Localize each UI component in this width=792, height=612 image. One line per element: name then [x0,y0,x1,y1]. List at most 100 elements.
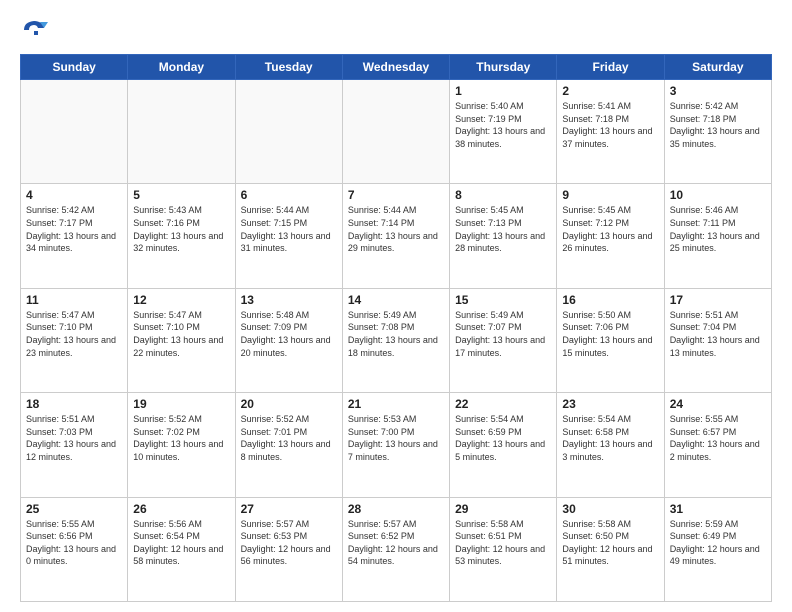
day-info: Sunrise: 5:58 AMSunset: 6:51 PMDaylight:… [455,518,551,568]
day-info: Sunrise: 5:50 AMSunset: 7:06 PMDaylight:… [562,309,658,359]
week-row-5: 25 Sunrise: 5:55 AMSunset: 6:56 PMDayligh… [21,497,772,601]
day-info: Sunrise: 5:44 AMSunset: 7:14 PMDaylight:… [348,204,444,254]
day-cell: 18 Sunrise: 5:51 AMSunset: 7:03 PMDayligh… [21,393,128,497]
weekday-tuesday: Tuesday [235,55,342,80]
day-cell [235,80,342,184]
day-info: Sunrise: 5:43 AMSunset: 7:16 PMDaylight:… [133,204,229,254]
week-row-4: 18 Sunrise: 5:51 AMSunset: 7:03 PMDayligh… [21,393,772,497]
weekday-wednesday: Wednesday [342,55,449,80]
weekday-monday: Monday [128,55,235,80]
day-number: 15 [455,293,551,307]
day-cell: 30 Sunrise: 5:58 AMSunset: 6:50 PMDayligh… [557,497,664,601]
day-number: 9 [562,188,658,202]
day-info: Sunrise: 5:52 AMSunset: 7:01 PMDaylight:… [241,413,337,463]
day-number: 25 [26,502,122,516]
logo-icon [20,16,48,44]
day-cell: 29 Sunrise: 5:58 AMSunset: 6:51 PMDayligh… [450,497,557,601]
day-info: Sunrise: 5:59 AMSunset: 6:49 PMDaylight:… [670,518,766,568]
day-cell: 2 Sunrise: 5:41 AMSunset: 7:18 PMDaylight… [557,80,664,184]
day-number: 21 [348,397,444,411]
day-info: Sunrise: 5:58 AMSunset: 6:50 PMDaylight:… [562,518,658,568]
weekday-friday: Friday [557,55,664,80]
weekday-header-row: SundayMondayTuesdayWednesdayThursdayFrid… [21,55,772,80]
day-info: Sunrise: 5:42 AMSunset: 7:17 PMDaylight:… [26,204,122,254]
day-number: 19 [133,397,229,411]
day-info: Sunrise: 5:53 AMSunset: 7:00 PMDaylight:… [348,413,444,463]
day-number: 12 [133,293,229,307]
day-info: Sunrise: 5:46 AMSunset: 7:11 PMDaylight:… [670,204,766,254]
day-number: 27 [241,502,337,516]
day-cell: 31 Sunrise: 5:59 AMSunset: 6:49 PMDayligh… [664,497,771,601]
day-number: 16 [562,293,658,307]
day-number: 31 [670,502,766,516]
day-info: Sunrise: 5:54 AMSunset: 6:58 PMDaylight:… [562,413,658,463]
day-info: Sunrise: 5:51 AMSunset: 7:03 PMDaylight:… [26,413,122,463]
day-info: Sunrise: 5:49 AMSunset: 7:08 PMDaylight:… [348,309,444,359]
day-number: 17 [670,293,766,307]
day-number: 6 [241,188,337,202]
day-info: Sunrise: 5:40 AMSunset: 7:19 PMDaylight:… [455,100,551,150]
day-cell: 28Sunrise: 5:57 AMSunset: 6:52 PMDayligh… [342,497,449,601]
day-cell: 22 Sunrise: 5:54 AMSunset: 6:59 PMDayligh… [450,393,557,497]
day-cell: 5Sunrise: 5:43 AMSunset: 7:16 PMDaylight… [128,184,235,288]
day-number: 11 [26,293,122,307]
day-cell [342,80,449,184]
day-info: Sunrise: 5:55 AMSunset: 6:57 PMDaylight:… [670,413,766,463]
day-number: 30 [562,502,658,516]
week-row-1: 1 Sunrise: 5:40 AMSunset: 7:19 PMDaylight… [21,80,772,184]
day-cell: 27 Sunrise: 5:57 AMSunset: 6:53 PMDayligh… [235,497,342,601]
day-cell: 24 Sunrise: 5:55 AMSunset: 6:57 PMDayligh… [664,393,771,497]
day-number: 2 [562,84,658,98]
day-info: Sunrise: 5:42 AMSunset: 7:18 PMDaylight:… [670,100,766,150]
day-cell: 26Sunrise: 5:56 AMSunset: 6:54 PMDayligh… [128,497,235,601]
week-row-2: 4Sunrise: 5:42 AMSunset: 7:17 PMDaylight… [21,184,772,288]
day-number: 24 [670,397,766,411]
day-cell: 6 Sunrise: 5:44 AMSunset: 7:15 PMDaylight… [235,184,342,288]
day-cell: 7 Sunrise: 5:44 AMSunset: 7:14 PMDaylight… [342,184,449,288]
day-cell: 14Sunrise: 5:49 AMSunset: 7:08 PMDayligh… [342,288,449,392]
day-cell: 11Sunrise: 5:47 AMSunset: 7:10 PMDayligh… [21,288,128,392]
day-info: Sunrise: 5:56 AMSunset: 6:54 PMDaylight:… [133,518,229,568]
day-number: 10 [670,188,766,202]
day-number: 22 [455,397,551,411]
day-cell: 25 Sunrise: 5:55 AMSunset: 6:56 PMDayligh… [21,497,128,601]
day-number: 23 [562,397,658,411]
day-number: 20 [241,397,337,411]
day-number: 1 [455,84,551,98]
day-number: 7 [348,188,444,202]
weekday-saturday: Saturday [664,55,771,80]
day-number: 18 [26,397,122,411]
day-cell: 15 Sunrise: 5:49 AMSunset: 7:07 PMDayligh… [450,288,557,392]
day-cell [21,80,128,184]
weekday-sunday: Sunday [21,55,128,80]
day-info: Sunrise: 5:49 AMSunset: 7:07 PMDaylight:… [455,309,551,359]
day-cell: 8 Sunrise: 5:45 AMSunset: 7:13 PMDaylight… [450,184,557,288]
day-number: 13 [241,293,337,307]
day-cell: 17 Sunrise: 5:51 AMSunset: 7:04 PMDayligh… [664,288,771,392]
logo [20,16,52,44]
day-info: Sunrise: 5:55 AMSunset: 6:56 PMDaylight:… [26,518,122,568]
day-info: Sunrise: 5:41 AMSunset: 7:18 PMDaylight:… [562,100,658,150]
day-number: 8 [455,188,551,202]
day-cell: 16 Sunrise: 5:50 AMSunset: 7:06 PMDayligh… [557,288,664,392]
day-info: Sunrise: 5:54 AMSunset: 6:59 PMDaylight:… [455,413,551,463]
day-number: 3 [670,84,766,98]
day-cell [128,80,235,184]
page: SundayMondayTuesdayWednesdayThursdayFrid… [0,0,792,612]
week-row-3: 11Sunrise: 5:47 AMSunset: 7:10 PMDayligh… [21,288,772,392]
day-cell: 3 Sunrise: 5:42 AMSunset: 7:18 PMDaylight… [664,80,771,184]
day-cell: 4Sunrise: 5:42 AMSunset: 7:17 PMDaylight… [21,184,128,288]
day-info: Sunrise: 5:44 AMSunset: 7:15 PMDaylight:… [241,204,337,254]
day-cell: 1 Sunrise: 5:40 AMSunset: 7:19 PMDaylight… [450,80,557,184]
day-cell: 12Sunrise: 5:47 AMSunset: 7:10 PMDayligh… [128,288,235,392]
day-cell: 20 Sunrise: 5:52 AMSunset: 7:01 PMDayligh… [235,393,342,497]
day-cell: 13 Sunrise: 5:48 AMSunset: 7:09 PMDayligh… [235,288,342,392]
day-info: Sunrise: 5:45 AMSunset: 7:13 PMDaylight:… [455,204,551,254]
day-cell: 21 Sunrise: 5:53 AMSunset: 7:00 PMDayligh… [342,393,449,497]
day-info: Sunrise: 5:51 AMSunset: 7:04 PMDaylight:… [670,309,766,359]
day-cell: 9Sunrise: 5:45 AMSunset: 7:12 PMDaylight… [557,184,664,288]
day-number: 29 [455,502,551,516]
day-info: Sunrise: 5:48 AMSunset: 7:09 PMDaylight:… [241,309,337,359]
weekday-thursday: Thursday [450,55,557,80]
day-info: Sunrise: 5:57 AMSunset: 6:53 PMDaylight:… [241,518,337,568]
